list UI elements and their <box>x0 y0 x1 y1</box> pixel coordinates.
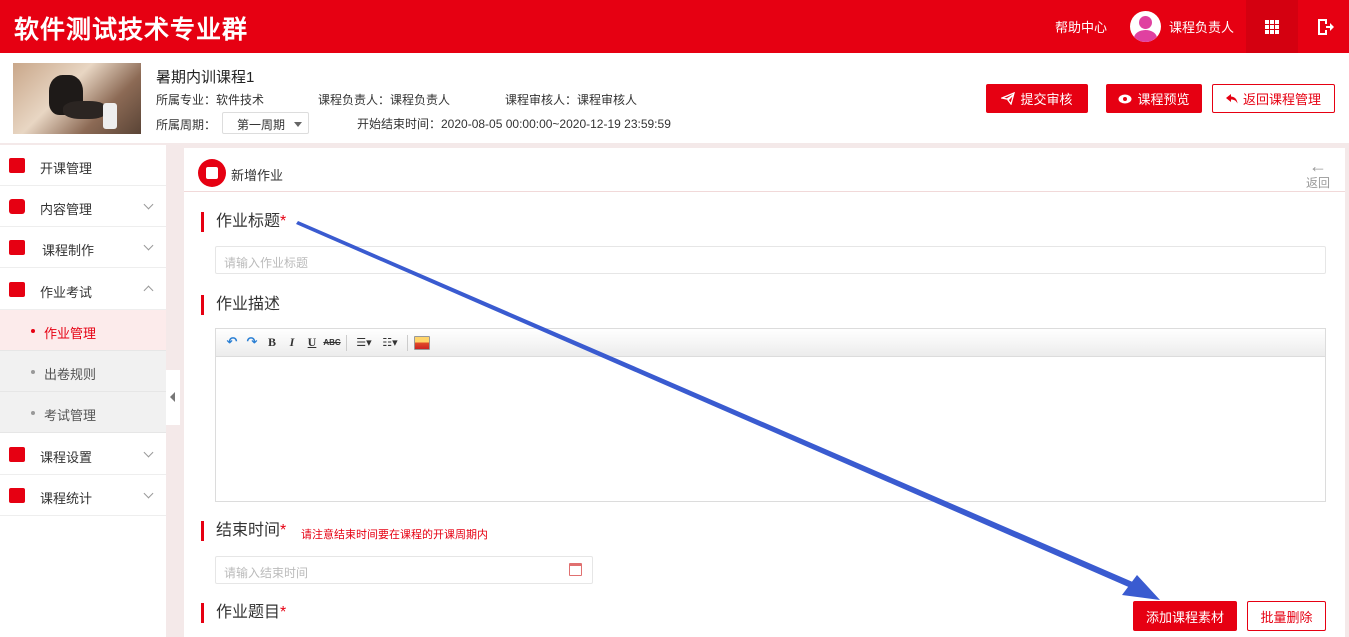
back-to-course-manage-label: 返回课程管理 <box>1242 92 1321 107</box>
insert-image-icon[interactable] <box>414 335 430 350</box>
sidebar-item-course-open[interactable]: 开课管理 <box>0 145 166 186</box>
strikethrough-icon[interactable]: ABC <box>323 335 340 351</box>
top-bar: 软件测试技术专业群 帮助中心 课程负责人 <box>0 0 1349 53</box>
cube-icon <box>9 199 25 214</box>
book-icon <box>9 447 25 462</box>
course-reviewer: 课程审核人：课程审核人 <box>505 93 638 107</box>
eye-icon <box>1118 94 1132 103</box>
speaker-icon <box>9 158 25 173</box>
course-preview-label: 课程预览 <box>1137 92 1190 107</box>
course-time-range: 开始结束时间：2020-08-05 00:00:00~2020-12-19 23… <box>357 117 671 131</box>
bold-icon[interactable]: B <box>264 335 280 351</box>
course-header: 暑期内训课程1 所属专业：软件技术 课程负责人：课程负责人 课程审核人：课程审核… <box>0 53 1349 143</box>
end-time-input[interactable]: 请输入结束时间 <box>215 556 593 584</box>
italic-icon[interactable]: I <box>284 335 300 351</box>
sidebar-item-label: 课程设置 <box>40 450 93 465</box>
course-thumbnail <box>13 63 141 134</box>
homework-badge-icon <box>198 159 226 187</box>
caret-down-icon <box>294 122 302 127</box>
sidebar-item-label: 内容管理 <box>40 202 93 217</box>
logout-button[interactable] <box>1299 0 1349 53</box>
logout-icon <box>1318 18 1334 35</box>
sidebar-item-production[interactable]: 课程制作 <box>0 227 166 268</box>
required-mark: * <box>280 213 287 230</box>
panel-header: 新增作业 ← 返回 <box>184 148 1345 192</box>
submit-review-button[interactable]: 提交审核 <box>986 84 1088 113</box>
end-time-label: 结束时间* <box>201 521 286 541</box>
bullet-dot <box>31 329 35 333</box>
back-button[interactable]: ← 返回 <box>1305 156 1330 191</box>
caret-left-icon <box>170 392 175 402</box>
numbered-list-icon[interactable]: ☷▾ <box>379 335 401 351</box>
back-to-course-manage-button[interactable]: 返回课程管理 <box>1212 84 1335 113</box>
user-name: 课程负责人 <box>1169 19 1235 35</box>
sidebar-item-label: 开课管理 <box>40 161 93 176</box>
description-label: 作业描述 <box>201 295 280 315</box>
period-label: 所属周期： <box>156 118 217 132</box>
undo-icon[interactable]: ↶ <box>224 335 240 351</box>
chevron-down-icon <box>143 199 154 210</box>
rich-text-editor[interactable]: ↶ ↷ B I U ABC ☰▾ ☷▾ <box>215 328 1326 502</box>
toolbar-divider <box>407 334 408 351</box>
app-title: 软件测试技术专业群 <box>14 16 249 44</box>
panel-title: 新增作业 <box>231 168 284 183</box>
avatar <box>1130 10 1161 42</box>
homework-icon <box>9 282 25 297</box>
chevron-up-icon <box>143 285 154 296</box>
submit-review-label: 提交审核 <box>1020 92 1073 107</box>
send-icon <box>1001 92 1016 105</box>
sidebar-collapse-toggle[interactable] <box>166 370 180 425</box>
sidebar-subitem-homework-manage[interactable]: 作业管理 <box>0 310 166 351</box>
underline-icon[interactable]: U <box>304 335 320 351</box>
sidebar-subitem-exam-manage[interactable]: 考试管理 <box>0 392 166 433</box>
edit-icon <box>9 240 25 255</box>
arrow-left-icon: ← <box>1308 156 1327 176</box>
homework-title-input[interactable]: 请输入作业标题 <box>215 246 1326 274</box>
chevron-down-icon <box>143 447 154 458</box>
help-center-link[interactable]: 帮助中心 <box>1055 17 1107 36</box>
period-value: 第一周期 <box>237 118 286 132</box>
sidebar-item-course-stats[interactable]: 课程统计 <box>0 475 166 516</box>
period-select[interactable]: 第一周期 <box>222 112 309 134</box>
course-preview-button[interactable]: 课程预览 <box>1106 84 1202 113</box>
questions-label: 作业题目* <box>201 603 286 623</box>
course-title: 暑期内训课程1 <box>156 69 255 86</box>
batch-delete-button[interactable]: 批量删除 <box>1247 601 1326 631</box>
sidebar-item-label: 课程统计 <box>40 491 93 506</box>
user-menu[interactable]: 课程负责人 <box>1130 10 1234 42</box>
main-panel: 新增作业 ← 返回 作业标题* 请输入作业标题 作业描述 ↶ ↷ B I U A… <box>184 148 1345 637</box>
bullet-list-icon[interactable]: ☰▾ <box>353 335 375 351</box>
bullet-dot <box>31 411 35 415</box>
required-mark: * <box>280 604 287 621</box>
sidebar-subitem-label: 考试管理 <box>44 408 97 423</box>
sidebar-subitem-paper-rules[interactable]: 出卷规则 <box>0 351 166 392</box>
calendar-icon <box>569 563 582 576</box>
required-mark: * <box>280 522 287 539</box>
sidebar-item-course-settings[interactable]: 课程设置 <box>0 434 166 475</box>
course-owner: 课程负责人：课程负责人 <box>318 93 451 107</box>
title-field-label: 作业标题* <box>201 212 286 232</box>
toolbar-divider <box>346 334 347 351</box>
redo-icon[interactable]: ↷ <box>244 335 260 351</box>
bullet-dot <box>31 370 35 374</box>
sidebar-subitem-label: 作业管理 <box>44 326 97 341</box>
sidebar-item-homework-exam[interactable]: 作业考试 <box>0 269 166 310</box>
grid-icon <box>1265 19 1279 34</box>
sidebar-item-content[interactable]: 内容管理 <box>0 186 166 227</box>
end-time-placeholder: 请输入结束时间 <box>224 566 309 580</box>
stats-book-icon <box>9 488 25 503</box>
chevron-down-icon <box>143 488 154 499</box>
sidebar-item-label: 作业考试 <box>40 285 93 300</box>
sidebar-item-label: 课程制作 <box>42 243 95 258</box>
reply-icon <box>1225 93 1238 103</box>
add-course-material-button[interactable]: 添加课程素材 <box>1133 601 1237 631</box>
back-label: 返回 <box>1305 176 1330 190</box>
chevron-down-icon <box>143 240 154 251</box>
apps-grid-button[interactable] <box>1246 0 1298 53</box>
editor-toolbar: ↶ ↷ B I U ABC ☰▾ ☷▾ <box>216 329 1325 357</box>
sidebar: 开课管理 内容管理 课程制作 作业考试 作业管理 出卷规则 考试管理 课程设置 … <box>0 145 166 637</box>
course-major: 所属专业：软件技术 <box>156 93 265 107</box>
end-time-hint: 请注意结束时间要在课程的开课周期内 <box>301 529 488 541</box>
sidebar-subitem-label: 出卷规则 <box>44 367 97 382</box>
